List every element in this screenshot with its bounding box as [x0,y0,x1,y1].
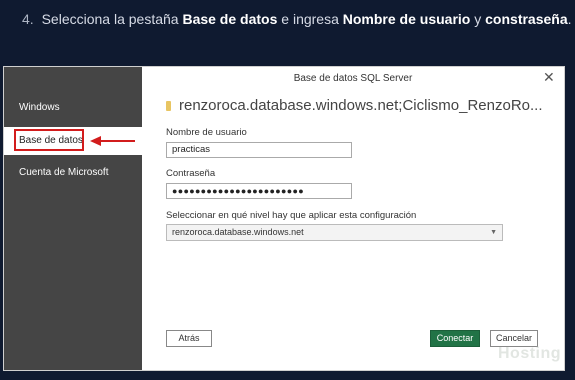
chevron-down-icon: ▼ [490,229,497,236]
server-text: renzoroca.database.windows.net;Ciclismo_… [179,97,543,114]
username-field[interactable]: practicas [166,142,352,158]
step-bold-password: constraseña [485,11,568,27]
level-selected-value: renzoroca.database.windows.net [172,227,304,237]
step-text-and: y [470,11,486,27]
level-select[interactable]: renzoroca.database.windows.net ▼ [166,224,503,241]
step-text-before: Selecciona la pestaña [41,11,183,27]
sidebar-item-microsoft-account[interactable]: Cuenta de Microsoft [4,159,142,187]
password-field[interactable]: ●●●●●●●●●●●●●●●●●●●●●●● [166,183,352,199]
database-icon [166,101,171,112]
step-text-middle: e ingresa [277,11,343,27]
step-bold-username: Nombre de usuario [342,11,471,27]
server-name: renzoroca.database.windows.net;Ciclismo_… [166,97,543,114]
auth-sidebar: Windows Base de datos Cuenta de Microsof… [4,67,142,370]
level-label: Seleccionar en qué nivel hay que aplicar… [166,210,417,221]
instruction-step: 4. Selecciona la pestaña Base de datos e… [22,8,572,30]
pointer-arrow-shaft [100,140,135,142]
back-button[interactable]: Atrás [166,330,212,347]
watermark-logo: Hosting [498,345,562,362]
close-icon[interactable]: ✕ [543,70,555,84]
sidebar-item-windows[interactable]: Windows [4,94,142,122]
sql-server-dialog: Windows Base de datos Cuenta de Microsof… [4,67,564,370]
step-bold-tab: Base de datos [182,11,278,27]
username-label: Nombre de usuario [166,127,247,138]
step-text-end: . [567,11,572,27]
pointer-arrow-icon [90,136,101,146]
tab-highlight-box [14,129,84,151]
password-label: Contraseña [166,168,216,179]
dialog-title: Base de datos SQL Server [293,73,413,84]
step-number: 4. [22,11,34,27]
connect-button[interactable]: Conectar [430,330,480,347]
